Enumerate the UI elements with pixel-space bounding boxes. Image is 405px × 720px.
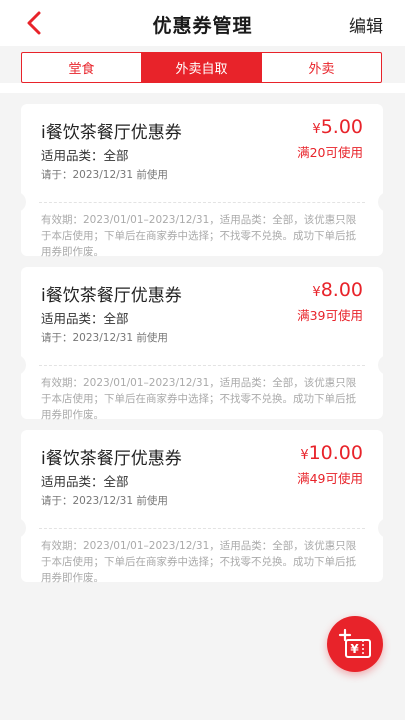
app-header: 优惠券管理 编辑: [0, 0, 405, 46]
edit-button[interactable]: 编辑: [349, 12, 383, 37]
coupon-amount-value: 8.00: [320, 279, 363, 301]
card-notch-left: [16, 518, 26, 538]
coupon-description: 有效期：2023/01/01–2023/12/31，适用品类：全部，该优惠只限于…: [41, 540, 357, 584]
tab-delivery[interactable]: 外卖: [261, 53, 381, 82]
coupon-name: i餐饮茶餐厅优惠券: [41, 123, 182, 143]
coupon-card[interactable]: i餐饮茶餐厅优惠券 ¥10.00 满49可使用 适用品类：全部 请于：2023/…: [16, 430, 388, 584]
coupon-name: i餐饮茶餐厅优惠券: [41, 286, 182, 306]
coupon-category: 适用品类：全部: [41, 474, 129, 489]
card-notch-right: [378, 518, 388, 538]
add-coupon-button[interactable]: ¥: [327, 616, 383, 672]
page-title: 优惠券管理: [152, 15, 253, 37]
add-coupon-icon: ¥: [338, 628, 371, 658]
yen-glyph: ¥: [350, 642, 359, 656]
coupon-amount: ¥10.00: [300, 442, 363, 464]
tab-dine-in[interactable]: 堂食: [22, 53, 141, 82]
coupon-amount: ¥5.00: [312, 116, 363, 138]
coupon-amount-value: 10.00: [308, 442, 363, 464]
card-divider: [39, 202, 365, 203]
card-notch-left: [16, 192, 26, 212]
coupon-name: i餐饮茶餐厅优惠券: [41, 449, 182, 469]
coupon-expiry: 请于：2023/12/31 前使用: [41, 169, 168, 181]
tabs-bottom-strip: [0, 83, 405, 93]
coupon-card[interactable]: i餐饮茶餐厅优惠券 ¥8.00 满39可使用 适用品类：全部 请于：2023/1…: [16, 267, 388, 421]
coupon-amount-value: 5.00: [320, 116, 363, 138]
card-divider: [39, 528, 365, 529]
service-type-tabs: 堂食 外卖自取 外卖: [21, 52, 382, 83]
coupon-description: 有效期：2023/01/01–2023/12/31，适用品类：全部，该优惠只限于…: [41, 214, 357, 258]
coupon-description: 有效期：2023/01/01–2023/12/31，适用品类：全部，该优惠只限于…: [41, 377, 357, 421]
coupon-condition: 满20可使用: [297, 145, 363, 160]
coupon-category: 适用品类：全部: [41, 311, 129, 326]
tab-pickup[interactable]: 外卖自取: [141, 53, 261, 82]
card-divider: [39, 365, 365, 366]
coupon-amount: ¥8.00: [312, 279, 363, 301]
coupon-expiry: 请于：2023/12/31 前使用: [41, 332, 168, 344]
coupon-expiry: 请于：2023/12/31 前使用: [41, 495, 168, 507]
card-notch-right: [378, 355, 388, 375]
card-notch-right: [378, 192, 388, 212]
card-notch-left: [16, 355, 26, 375]
currency-symbol: ¥: [312, 122, 321, 137]
coupon-category: 适用品类：全部: [41, 148, 129, 163]
coupon-card[interactable]: i餐饮茶餐厅优惠券 ¥5.00 满20可使用 适用品类：全部 请于：2023/1…: [16, 104, 388, 258]
coupon-condition: 满49可使用: [297, 471, 363, 486]
currency-symbol: ¥: [300, 448, 309, 463]
coupon-condition: 满39可使用: [297, 308, 363, 323]
currency-symbol: ¥: [312, 285, 321, 300]
